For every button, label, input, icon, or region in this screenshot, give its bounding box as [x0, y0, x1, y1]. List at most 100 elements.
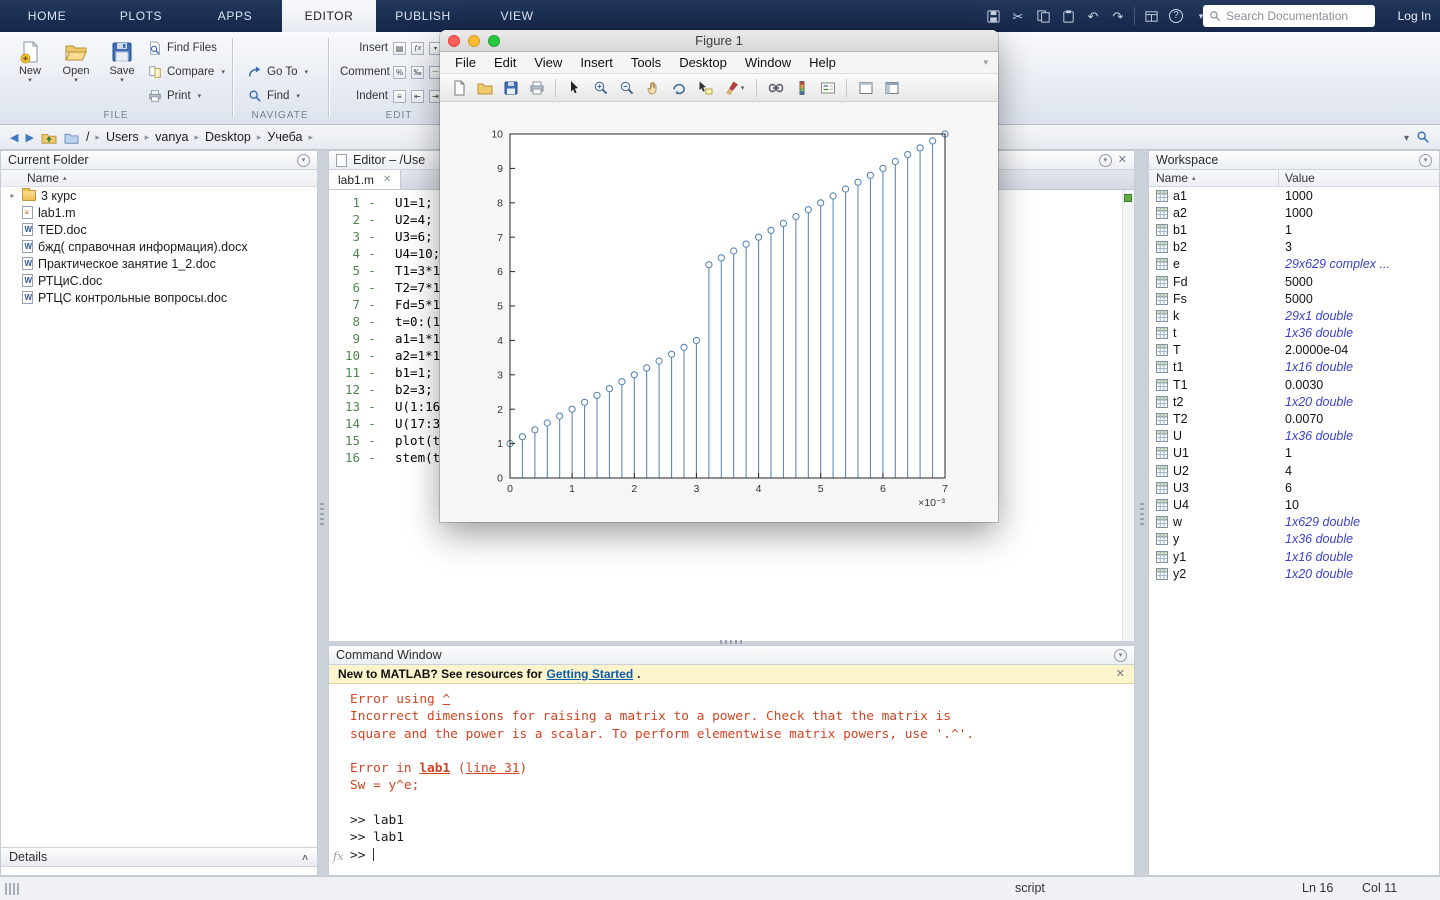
- compare-button[interactable]: Compare: [148, 64, 225, 80]
- zoom-in-button[interactable]: [591, 78, 610, 97]
- workspace-variable-row[interactable]: T 2.0000e-04: [1149, 342, 1439, 359]
- insert-function-icon[interactable]: [411, 42, 424, 55]
- stem-plot[interactable]: 01234567012345678910×10⁻³: [440, 102, 998, 522]
- figure-menu-insert[interactable]: Insert: [571, 55, 622, 70]
- browse-folder-icon[interactable]: [64, 131, 79, 144]
- find-files-button[interactable]: Find Files: [148, 40, 217, 56]
- figure-menu-tools[interactable]: Tools: [622, 55, 670, 70]
- workspace-variable-row[interactable]: U 1x36 double: [1149, 428, 1439, 445]
- find-button[interactable]: Find: [248, 88, 300, 104]
- workspace-name-column[interactable]: Name: [1149, 170, 1279, 186]
- command-input-area[interactable]: Error using ^Incorrect dimensions for ra…: [329, 684, 1134, 864]
- workspace-variable-row[interactable]: k 29x1 double: [1149, 307, 1439, 324]
- plot-tools-on-button[interactable]: [882, 78, 901, 97]
- workspace-variable-row[interactable]: a1 1000: [1149, 187, 1439, 204]
- workspace-variable-row[interactable]: Fd 5000: [1149, 273, 1439, 290]
- panel-menu-icon[interactable]: [1114, 649, 1127, 662]
- up-folder-button[interactable]: [41, 130, 57, 144]
- decrease-indent-icon[interactable]: [411, 90, 424, 103]
- save-button[interactable]: Save ▾: [100, 40, 144, 84]
- help-button[interactable]: ?: [1167, 7, 1185, 25]
- file-item[interactable]: ▸ 3 курс: [1, 187, 317, 204]
- statusbar-grip[interactable]: [5, 883, 21, 895]
- insert-group[interactable]: Insert: [340, 40, 442, 56]
- undo-button[interactable]: ↶: [1084, 7, 1102, 25]
- plot-tools-off-button[interactable]: [856, 78, 875, 97]
- menu-overflow-icon[interactable]: [983, 57, 992, 68]
- indent-group[interactable]: Indent: [340, 88, 442, 104]
- editor-scrollbar[interactable]: [1122, 190, 1134, 641]
- vertical-splitter[interactable]: [1140, 503, 1144, 525]
- breadcrumb-segment[interactable]: Учеба: [267, 130, 302, 144]
- copy-button[interactable]: [1034, 7, 1052, 25]
- toolstrip-tab-plots[interactable]: PLOTS: [94, 0, 188, 32]
- new-script-button[interactable]: New ▾: [8, 40, 52, 84]
- print-figure-button[interactable]: [527, 78, 546, 97]
- save-figure-button[interactable]: [501, 78, 520, 97]
- close-banner-icon[interactable]: [1116, 669, 1125, 680]
- breadcrumb-segment[interactable]: /: [86, 130, 89, 144]
- close-tab-icon[interactable]: [383, 174, 391, 185]
- workspace-variable-row[interactable]: U1 1: [1149, 445, 1439, 462]
- file-item[interactable]: TED.doc: [1, 221, 317, 238]
- smart-indent-icon[interactable]: [393, 90, 406, 103]
- workspace-variable-row[interactable]: T2 0.0070: [1149, 410, 1439, 427]
- workspace-variable-row[interactable]: w 1x629 double: [1149, 514, 1439, 531]
- open-file-button[interactable]: [475, 78, 494, 97]
- login-button[interactable]: Log In: [1398, 0, 1431, 32]
- insert-legend-button[interactable]: [818, 78, 837, 97]
- toolstrip-tab-publish[interactable]: PUBLISH: [376, 0, 470, 32]
- code-analyzer-indicator[interactable]: [1124, 194, 1132, 202]
- file-item[interactable]: бжд( справочная информация).docx: [1, 238, 317, 255]
- panel-menu-icon[interactable]: [1099, 154, 1112, 167]
- panel-menu-icon[interactable]: [1419, 154, 1432, 167]
- horizontal-splitter[interactable]: [720, 640, 742, 644]
- file-item[interactable]: РТЦС контрольные вопросы.doc: [1, 289, 317, 306]
- panel-menu-icon[interactable]: [297, 154, 310, 167]
- toolstrip-tab-view[interactable]: VIEW: [470, 0, 564, 32]
- workspace-variable-row[interactable]: t2 1x20 double: [1149, 393, 1439, 410]
- workspace-variable-row[interactable]: b2 3: [1149, 239, 1439, 256]
- pan-button[interactable]: [643, 78, 662, 97]
- breadcrumb-segment[interactable]: Desktop: [205, 130, 251, 144]
- figure-menu-file[interactable]: File: [446, 55, 485, 70]
- link-plot-button[interactable]: [766, 78, 785, 97]
- workspace-variable-row[interactable]: y1 1x16 double: [1149, 548, 1439, 565]
- toolstrip-tab-apps[interactable]: APPS: [188, 0, 282, 32]
- figure-menu-help[interactable]: Help: [800, 55, 845, 70]
- workspace-variable-row[interactable]: t1 1x16 double: [1149, 359, 1439, 376]
- details-bar[interactable]: Details: [1, 847, 317, 867]
- workspace-variable-row[interactable]: U2 4: [1149, 462, 1439, 479]
- file-item[interactable]: РТЦиС.doc: [1, 272, 317, 289]
- workspace-variable-row[interactable]: Fs 5000: [1149, 290, 1439, 307]
- figure-titlebar[interactable]: Figure 1: [440, 30, 998, 52]
- workspace-variable-row[interactable]: T1 0.0030: [1149, 376, 1439, 393]
- figure-menu-window[interactable]: Window: [736, 55, 800, 70]
- name-column-header[interactable]: Name: [1, 170, 317, 187]
- go-to-button[interactable]: Go To: [248, 64, 308, 80]
- workspace-value-column[interactable]: Value: [1279, 170, 1439, 186]
- recent-folders-dropdown[interactable]: [1404, 130, 1409, 144]
- workspace-variable-row[interactable]: a2 1000: [1149, 204, 1439, 221]
- figure-window[interactable]: Figure 1 FileEditViewInsertToolsDesktopW…: [440, 30, 998, 522]
- toolstrip-tab-editor[interactable]: EDITOR: [282, 0, 376, 32]
- window-layout-button[interactable]: [1142, 7, 1160, 25]
- open-button[interactable]: Open ▾: [54, 40, 98, 84]
- forward-button[interactable]: [25, 131, 33, 144]
- search-documentation-input[interactable]: Search Documentation: [1203, 5, 1375, 27]
- workspace-variable-row[interactable]: y2 1x20 double: [1149, 565, 1439, 582]
- save-button[interactable]: [984, 7, 1002, 25]
- print-button[interactable]: Print: [148, 88, 201, 104]
- zoom-out-button[interactable]: [617, 78, 636, 97]
- file-item[interactable]: lab1.m: [1, 204, 317, 221]
- comment-group[interactable]: Comment: [340, 64, 442, 80]
- workspace-variable-row[interactable]: U4 10: [1149, 496, 1439, 513]
- file-item[interactable]: Практическое занятие 1_2.doc: [1, 255, 317, 272]
- figure-menu-view[interactable]: View: [525, 55, 571, 70]
- rotate-3d-button[interactable]: [669, 78, 688, 97]
- redo-button[interactable]: ↷: [1109, 7, 1127, 25]
- back-button[interactable]: [10, 131, 18, 144]
- tab-lab1m[interactable]: lab1.m: [329, 170, 401, 189]
- getting-started-link[interactable]: Getting Started: [546, 667, 633, 681]
- figure-menu-edit[interactable]: Edit: [485, 55, 525, 70]
